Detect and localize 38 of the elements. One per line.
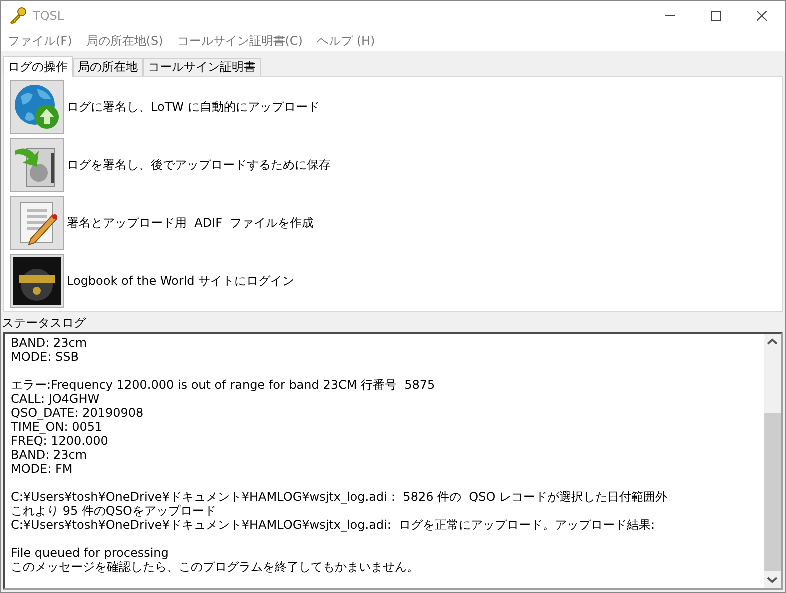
action-label: 署名とアップロード用 ADIF ファイルを作成 <box>67 214 314 232</box>
emblem-icon <box>13 257 61 305</box>
menu-item[interactable]: ファイル(F) <box>8 32 72 50</box>
log-line: これより 95 件のQSOをアップロード <box>11 504 218 518</box>
upload-button[interactable] <box>10 80 64 134</box>
scroll-thumb[interactable] <box>764 412 781 571</box>
menu-item[interactable]: コールサイン証明書(C) <box>177 32 303 50</box>
scrollbar[interactable] <box>764 334 781 588</box>
login-button[interactable] <box>10 254 64 308</box>
action-label: ログを署名し、後でアップロードするために保存 <box>67 156 331 174</box>
menu-item[interactable]: 局の所在地(S) <box>86 32 164 50</box>
log-line: CALL: JO4GHW <box>11 392 101 406</box>
key-icon <box>9 7 27 25</box>
tab[interactable]: コールサイン証明書 <box>143 58 261 76</box>
log-line: MODE: SSB <box>11 350 80 364</box>
maximize-icon <box>711 11 721 21</box>
log-line: C:¥Users¥tosh¥OneDrive¥ドキュメント¥HAMLOG¥wsjtx_log.adi: ログを正常にアップロード。アップロード結果: <box>11 518 656 532</box>
log-line: File queued for processing <box>11 546 170 560</box>
tab[interactable]: ログの操作 <box>3 56 73 77</box>
log-line: このメッセージを確認したら、このプログラムを終了してもかまいません。 <box>11 560 420 574</box>
tab[interactable]: 局の所在地 <box>73 58 143 76</box>
log-line: BAND: 23cm <box>11 448 88 462</box>
status-log-label: ステータスログ <box>1 315 88 332</box>
log-line: QSO_DATE: 20190908 <box>11 406 145 420</box>
log-line: FREQ: 1200.000 <box>11 434 110 448</box>
log-line: TIME_ON: 0051 <box>11 420 104 434</box>
log-line: MODE: FM <box>11 462 74 476</box>
log-line: C:¥Users¥tosh¥OneDrive¥ドキュメント¥HAMLOG¥wsjtx_log.adi： 5826 件の QSO レコードが選択した日付範囲外 <box>11 490 668 504</box>
menu-item[interactable]: ヘルプ (H) <box>317 32 376 50</box>
log-line: BAND: 23cm <box>11 336 88 350</box>
save-button[interactable] <box>10 138 64 192</box>
action-label: Logbook of the World サイトにログイン <box>67 272 295 290</box>
globe-upload-icon <box>13 83 61 131</box>
action-label: ログに署名し、LoTW に自動的にアップロード <box>67 98 320 116</box>
create-button[interactable] <box>10 196 64 250</box>
close-icon <box>757 11 767 21</box>
window-title: TQSL <box>33 9 64 23</box>
log-line: エラー:Frequency 1200.000 is out of range for band 23CM 行番号 5875 <box>11 378 436 392</box>
